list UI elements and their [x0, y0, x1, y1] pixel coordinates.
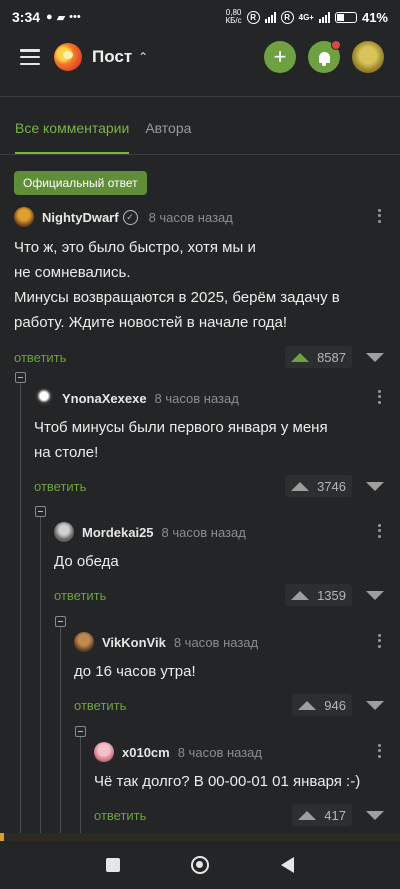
- more-vertical-icon[interactable]: [374, 741, 384, 761]
- plus-icon: +: [273, 44, 287, 69]
- upvote-icon[interactable]: [298, 700, 317, 710]
- thread-line: [80, 736, 81, 842]
- upvote-icon[interactable]: [291, 590, 310, 600]
- pikabu-logo[interactable]: [54, 43, 82, 71]
- registered-icon-2: R: [280, 10, 294, 24]
- status-right: 0,80 КБ/с R R 4G+ 41%: [225, 9, 388, 25]
- more-dots-icon: •••: [69, 11, 81, 23]
- menu-icon[interactable]: [20, 49, 40, 65]
- home-icon[interactable]: [191, 856, 210, 874]
- rating-count: 417: [324, 807, 346, 823]
- avatar[interactable]: [54, 522, 74, 542]
- comment-time: 8 часов назад: [161, 524, 246, 540]
- collapse-icon[interactable]: [35, 506, 46, 517]
- more-vertical-icon[interactable]: [374, 521, 384, 541]
- add-post-button[interactable]: +: [264, 41, 296, 73]
- back-icon[interactable]: [281, 857, 295, 873]
- thread-line: [40, 516, 41, 842]
- rating-count: 1359: [317, 587, 346, 603]
- comment-tabs: Все комментарии Автора: [0, 104, 400, 154]
- battery-percent: 41%: [361, 9, 388, 25]
- comment-author[interactable]: x010cm: [122, 745, 170, 760]
- avatar[interactable]: [14, 207, 34, 227]
- thread-line: [20, 382, 21, 842]
- divider: [0, 154, 400, 155]
- upvote-icon[interactable]: [291, 481, 310, 491]
- thread-line: [60, 626, 61, 842]
- comment-time: 8 часов назад: [148, 209, 233, 225]
- comment-text: Чё так долго? В 00-00-01 01 января :-): [94, 773, 361, 790]
- reply-button[interactable]: ответить: [14, 350, 66, 365]
- notification-badge: [331, 40, 341, 50]
- avatar[interactable]: [34, 388, 54, 408]
- comment-author[interactable]: NightyDwarf: [42, 210, 119, 225]
- comment-time: 8 часов назад: [177, 744, 262, 760]
- downvote-icon[interactable]: [366, 700, 384, 710]
- signal-icon: [264, 11, 276, 23]
- rating-count: 8587: [317, 349, 346, 365]
- battery-icon: [334, 11, 357, 23]
- comment-time: 8 часов назад: [173, 634, 259, 650]
- system-nav-bar: [0, 841, 400, 889]
- comment: Mordekai25 8 часов назад До обеда ответи…: [54, 521, 384, 606]
- avatar[interactable]: [74, 632, 94, 652]
- divider: [0, 96, 400, 97]
- more-vertical-icon[interactable]: [374, 631, 384, 651]
- collapse-icon[interactable]: [15, 372, 26, 383]
- downvote-icon[interactable]: [366, 810, 384, 820]
- registered-icon: R: [246, 10, 260, 24]
- reply-button[interactable]: ответить: [74, 698, 126, 713]
- net-speed-unit: КБ/с: [225, 16, 242, 25]
- notifications-button[interactable]: [308, 40, 341, 73]
- tab-author[interactable]: Автора: [145, 104, 191, 154]
- app-bar: Пост ⌃ +: [0, 34, 400, 80]
- comment: VikKonVik 8 часов назад до 16 часов утра…: [74, 631, 384, 716]
- status-time: 3:34: [12, 9, 41, 25]
- net-speed: 0,80 КБ/с: [225, 9, 241, 25]
- bell-icon: [318, 51, 330, 66]
- user-avatar[interactable]: [352, 41, 384, 73]
- avatar[interactable]: [94, 742, 114, 762]
- more-vertical-icon[interactable]: [374, 387, 384, 407]
- upvote-icon[interactable]: [291, 352, 310, 362]
- status-bar: 3:34 ● ▰ ••• 0,80 КБ/с R R 4G+ 41%: [0, 0, 400, 34]
- reply-button[interactable]: ответить: [34, 479, 86, 494]
- comment: x010cm 8 часов назад Чё так долго? В 00-…: [94, 741, 384, 826]
- rating-count: 946: [324, 697, 346, 713]
- signal-icon-2: [318, 11, 330, 23]
- recent-apps-icon[interactable]: [105, 858, 120, 872]
- downvote-icon[interactable]: [366, 352, 384, 362]
- comment-text: Чтоб минусы были первого января у меня н…: [34, 419, 328, 461]
- bottom-strip: [0, 833, 400, 841]
- comment-text: до 16 часов утра!: [74, 663, 196, 680]
- chevron-up-icon[interactable]: ⌃: [138, 50, 148, 64]
- page-title[interactable]: Пост: [92, 47, 132, 67]
- official-answer-badge: Официальный ответ: [14, 171, 147, 195]
- comment: NightyDwarf ✓ 8 часов назад Что ж, это б…: [14, 206, 384, 368]
- upvote-icon[interactable]: [298, 810, 317, 820]
- comment: YnonaXexexe 8 часов назад Чтоб минусы бы…: [34, 387, 384, 497]
- collapse-icon[interactable]: [55, 616, 66, 627]
- rating-count: 3746: [317, 478, 346, 494]
- comment-author[interactable]: VikKonVik: [102, 635, 166, 650]
- notification-dot-icon: ●: [46, 11, 53, 23]
- comment-author[interactable]: YnonaXexexe: [62, 391, 147, 406]
- reply-button[interactable]: ответить: [54, 588, 106, 603]
- comment-text: Что ж, это было быстро, хотя мы и не сом…: [14, 239, 340, 331]
- message-icon: ▰: [56, 11, 66, 24]
- more-vertical-icon[interactable]: [374, 206, 384, 226]
- tab-all-comments[interactable]: Все комментарии: [15, 104, 130, 154]
- reply-button[interactable]: ответить: [94, 808, 146, 823]
- downvote-icon[interactable]: [366, 481, 384, 491]
- verified-icon: ✓: [122, 209, 138, 225]
- comment-author[interactable]: Mordekai25: [82, 525, 154, 540]
- comment-time: 8 часов назад: [154, 390, 239, 406]
- network-type: 4G+: [298, 12, 314, 22]
- comment-text: До обеда: [54, 553, 119, 570]
- status-notification-icons: ● ▰ •••: [46, 11, 81, 24]
- downvote-icon[interactable]: [366, 590, 384, 600]
- collapse-icon[interactable]: [75, 726, 86, 737]
